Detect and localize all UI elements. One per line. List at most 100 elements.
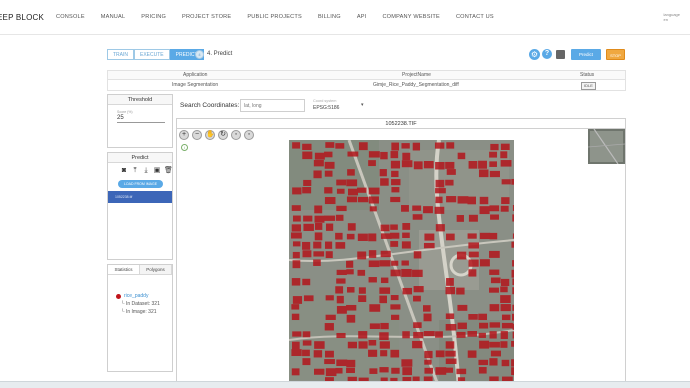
download-icon[interactable]: ⤓ bbox=[142, 167, 150, 175]
class-node[interactable]: rice_paddy bbox=[116, 292, 160, 300]
paddy-polygon bbox=[314, 368, 325, 375]
chevron-down-icon[interactable]: ▾ bbox=[361, 102, 364, 108]
pan-hand-icon[interactable]: ✋ bbox=[205, 130, 215, 140]
paddy-polygon bbox=[292, 260, 301, 269]
nav-billing[interactable]: BILLING bbox=[318, 14, 341, 20]
paddy-polygon bbox=[391, 187, 400, 193]
paddy-polygon bbox=[413, 251, 422, 259]
paddy-polygon bbox=[390, 295, 399, 301]
predict-button[interactable]: Predict bbox=[571, 49, 601, 60]
load-from-image-button[interactable]: LOAD FROM IMAGE bbox=[118, 180, 163, 188]
file-list-item[interactable]: 1052238.tif bbox=[108, 191, 172, 203]
step-execute[interactable]: EXECUTE bbox=[134, 49, 170, 60]
paddy-polygon bbox=[401, 160, 413, 168]
paddy-polygon bbox=[325, 223, 334, 231]
paddy-polygon bbox=[423, 206, 433, 214]
paddy-polygon bbox=[512, 233, 514, 239]
brand-logo[interactable]: EEP BLOCK bbox=[0, 13, 44, 22]
settings-gear-icon[interactable]: ⚙ bbox=[529, 49, 540, 60]
camera-icon[interactable]: ◙ bbox=[120, 167, 128, 175]
paddy-polygon bbox=[467, 331, 477, 337]
nav-project-store[interactable]: PROJECT STORE bbox=[182, 14, 231, 20]
paddy-polygon bbox=[445, 367, 453, 373]
paddy-polygon bbox=[313, 251, 325, 257]
stop-square-icon[interactable] bbox=[556, 50, 565, 59]
paddy-polygon bbox=[358, 331, 368, 339]
paddy-polygon bbox=[390, 160, 401, 169]
paddy-polygon bbox=[512, 205, 514, 211]
nav-contact-us[interactable]: CONTACT US bbox=[456, 14, 494, 20]
paddy-polygon bbox=[445, 341, 455, 349]
step-train[interactable]: TRAIN bbox=[107, 49, 134, 60]
paddy-polygon bbox=[402, 331, 410, 339]
upload-icon[interactable]: ⤒ bbox=[131, 167, 139, 175]
paddy-polygon bbox=[369, 368, 378, 374]
zoom-out-icon[interactable]: − bbox=[192, 130, 202, 140]
paddy-polygon bbox=[445, 358, 457, 365]
paddy-polygon bbox=[511, 340, 514, 347]
paddy-polygon bbox=[347, 169, 355, 176]
paddy-polygon bbox=[468, 214, 478, 222]
paddy-polygon bbox=[324, 161, 335, 169]
trash-icon[interactable]: 🗑 bbox=[164, 167, 173, 175]
paddy-polygon bbox=[336, 179, 347, 186]
paddy-polygon bbox=[435, 188, 446, 194]
paddy-polygon bbox=[314, 205, 323, 214]
paddy-polygon bbox=[336, 359, 348, 367]
tab-polygons[interactable]: Polygons bbox=[140, 265, 172, 274]
paddy-polygon bbox=[368, 196, 379, 204]
nav-company-website[interactable]: COMPANY WEBSITE bbox=[382, 14, 440, 20]
reset-icon[interactable]: ◦ bbox=[244, 130, 254, 140]
paddy-polygon bbox=[335, 286, 344, 294]
paddy-polygon bbox=[456, 251, 467, 260]
zoom-in-icon[interactable]: + bbox=[179, 130, 189, 140]
paddy-polygon bbox=[336, 269, 347, 276]
nav-public-projects[interactable]: PUBLIC PROJECTS bbox=[247, 14, 302, 20]
paddy-polygon bbox=[336, 295, 344, 304]
image-download-icon[interactable]: ▣ bbox=[153, 167, 161, 175]
paddy-polygon bbox=[479, 206, 490, 215]
stop-button[interactable]: STOP bbox=[606, 49, 625, 60]
minimap-thumbnail[interactable] bbox=[588, 129, 625, 164]
coord-system-select[interactable]: EPSG:5186 bbox=[313, 105, 339, 111]
paddy-polygon bbox=[501, 314, 511, 321]
paddy-polygon bbox=[390, 232, 400, 239]
info-icon[interactable]: i bbox=[181, 144, 188, 151]
paddy-polygon bbox=[489, 331, 497, 339]
paddy-polygon bbox=[511, 241, 514, 248]
paddy-polygon bbox=[324, 350, 334, 358]
nav-pricing[interactable]: PRICING bbox=[141, 14, 166, 20]
tab-statistics[interactable]: Statistics bbox=[108, 265, 140, 274]
paddy-polygon bbox=[347, 341, 358, 349]
paddy-polygon bbox=[302, 187, 312, 194]
fit-icon[interactable]: ◦ bbox=[231, 130, 241, 140]
help-icon[interactable]: ? bbox=[542, 49, 552, 59]
paddy-polygon bbox=[313, 241, 322, 249]
rotate-icon[interactable]: ↻ bbox=[218, 130, 228, 140]
paddy-polygon bbox=[402, 367, 413, 376]
paddy-polygon bbox=[435, 179, 445, 188]
nav-manual[interactable]: MANUAL bbox=[101, 14, 126, 20]
table-row: Image Segmentation Gimje_Rice_Paddy_Segm… bbox=[108, 80, 625, 91]
search-coordinates-input[interactable] bbox=[240, 99, 305, 112]
paddy-polygon bbox=[512, 260, 514, 267]
paddy-polygon bbox=[302, 349, 310, 357]
nav-console[interactable]: CONSOLE bbox=[56, 14, 85, 20]
language-selector[interactable]: language en bbox=[664, 12, 680, 22]
paddy-polygon bbox=[402, 223, 411, 230]
paddy-polygon bbox=[335, 367, 343, 374]
paddy-polygon bbox=[346, 367, 355, 374]
paddy-polygon bbox=[500, 295, 511, 304]
nav-api[interactable]: API bbox=[357, 14, 367, 20]
paddy-polygon bbox=[292, 241, 301, 247]
paddy-polygon bbox=[303, 295, 314, 302]
paddy-polygon bbox=[489, 322, 501, 328]
paddy-polygon bbox=[324, 197, 336, 205]
paddy-polygon bbox=[489, 170, 500, 178]
paddy-polygon bbox=[467, 233, 477, 239]
paddy-polygon bbox=[336, 305, 347, 314]
paddy-polygon bbox=[358, 341, 368, 349]
score-input[interactable]: 25 bbox=[117, 115, 124, 121]
segmentation-map-image[interactable] bbox=[289, 140, 514, 388]
paddy-polygon bbox=[391, 142, 400, 151]
